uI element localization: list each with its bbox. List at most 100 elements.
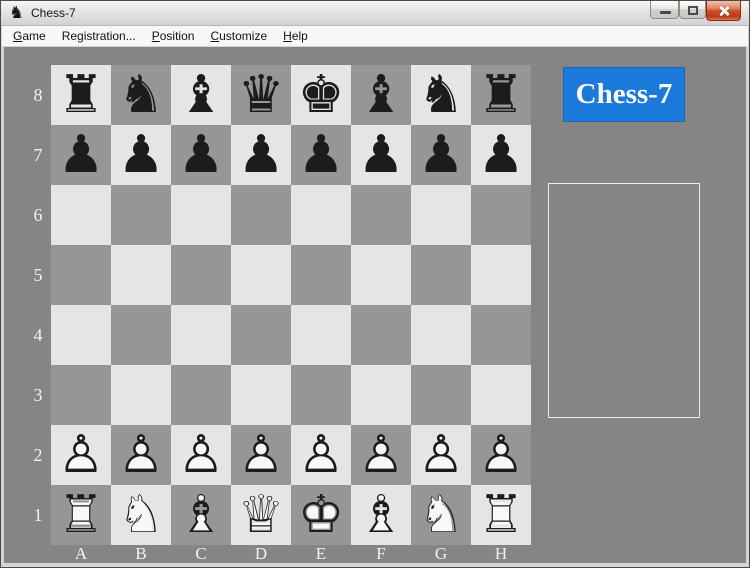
move-list-panel [548, 183, 700, 418]
file-label-c: C [195, 544, 207, 563]
square-g6[interactable] [411, 185, 471, 245]
square-d8[interactable]: ♛ [231, 65, 291, 125]
square-b7[interactable]: ♟ [111, 125, 171, 185]
rank-label-3: 3 [33, 385, 43, 405]
chess-board: ♜ ♞ ♝ ♛ ♚ ♝ ♞ ♜ ♟ ♟ ♟ ♟ ♟ ♟ ♟ ♟ ♟ ♙ ♟ ♙ ♟ ♙ ♟ ♙ ♟ ♙ ♟ ♙ ♟ ♙ ♟ ♙ ♜ ♖ ♞ ♘ ♝ ♗ ♛ ♕… [51, 65, 531, 545]
square-b3[interactable] [111, 365, 171, 425]
square-a7[interactable]: ♟ [51, 125, 111, 185]
square-e6[interactable] [291, 185, 351, 245]
square-e3[interactable] [291, 365, 351, 425]
square-a3[interactable] [51, 365, 111, 425]
square-b4[interactable] [111, 305, 171, 365]
square-f5[interactable] [351, 245, 411, 305]
piece-white-knight: ♘ [117, 485, 165, 545]
square-g1[interactable]: ♞ ♘ [411, 485, 471, 545]
piece-black-knight: ♞ [117, 65, 165, 125]
square-f2[interactable]: ♟ ♙ [351, 425, 411, 485]
square-h7[interactable]: ♟ [471, 125, 531, 185]
square-d3[interactable] [231, 365, 291, 425]
square-d1[interactable]: ♛ ♕ [231, 485, 291, 545]
piece-black-pawn: ♟ [117, 125, 165, 185]
square-e1[interactable]: ♚ ♔ [291, 485, 351, 545]
square-c4[interactable] [171, 305, 231, 365]
square-c7[interactable]: ♟ [171, 125, 231, 185]
maximize-button[interactable] [679, 1, 706, 19]
piece-white-rook: ♖ [57, 485, 105, 545]
file-label-a: A [74, 544, 88, 563]
square-h5[interactable] [471, 245, 531, 305]
square-g2[interactable]: ♟ ♙ [411, 425, 471, 485]
rank-label-1: 1 [33, 505, 43, 525]
square-f6[interactable] [351, 185, 411, 245]
square-h8[interactable]: ♜ [471, 65, 531, 125]
piece-white-pawn: ♙ [57, 425, 105, 485]
square-c5[interactable] [171, 245, 231, 305]
app-window: ♞ Chess-7 Game Registration... Position Cus… [0, 0, 750, 568]
square-e4[interactable] [291, 305, 351, 365]
square-e5[interactable] [291, 245, 351, 305]
menu-item-customize[interactable]: Customize [202, 26, 275, 46]
square-b6[interactable] [111, 185, 171, 245]
square-e2[interactable]: ♟ ♙ [291, 425, 351, 485]
rank-label-6: 6 [33, 205, 43, 225]
rank-labels: 8 7 6 5 4 3 2 1 [28, 65, 48, 545]
square-b8[interactable]: ♞ [111, 65, 171, 125]
square-e8[interactable]: ♚ [291, 65, 351, 125]
menu-item-registration[interactable]: Registration... [54, 26, 144, 46]
menu-item-game[interactable]: Game [5, 26, 54, 46]
square-g4[interactable] [411, 305, 471, 365]
piece-black-rook: ♜ [57, 65, 105, 125]
square-h3[interactable] [471, 365, 531, 425]
square-d5[interactable] [231, 245, 291, 305]
piece-black-pawn: ♟ [417, 125, 465, 185]
square-a5[interactable] [51, 245, 111, 305]
square-g3[interactable] [411, 365, 471, 425]
square-f4[interactable] [351, 305, 411, 365]
rank-label-2: 2 [33, 445, 43, 465]
piece-white-queen: ♕ [237, 485, 285, 545]
square-c2[interactable]: ♟ ♙ [171, 425, 231, 485]
piece-black-pawn: ♟ [357, 125, 405, 185]
menu-item-help[interactable]: Help [275, 26, 316, 46]
minimize-button[interactable] [650, 1, 679, 19]
close-button[interactable] [706, 1, 741, 21]
square-b1[interactable]: ♞ ♘ [111, 485, 171, 545]
client-area: 87654321 ♜ ♞ ♝ ♛ ♚ ♝ ♞ ♜ ♟ ♟ ♟ ♟ ♟ ♟ ♟ ♟ ♟ ♙ ♟ ♙ ♟ ♙ ♟ ♙ ♟ ♙ ♟ ♙ ♟ ♙ ♟… [4, 47, 746, 563]
file-label-g: G [434, 544, 448, 563]
square-d4[interactable] [231, 305, 291, 365]
square-d6[interactable] [231, 185, 291, 245]
square-d7[interactable]: ♟ [231, 125, 291, 185]
square-h1[interactable]: ♜ ♖ [471, 485, 531, 545]
square-c6[interactable] [171, 185, 231, 245]
square-h6[interactable] [471, 185, 531, 245]
square-e7[interactable]: ♟ [291, 125, 351, 185]
square-c8[interactable]: ♝ [171, 65, 231, 125]
square-f7[interactable]: ♟ [351, 125, 411, 185]
square-f1[interactable]: ♝ ♗ [351, 485, 411, 545]
square-f8[interactable]: ♝ [351, 65, 411, 125]
square-g5[interactable] [411, 245, 471, 305]
square-d2[interactable]: ♟ ♙ [231, 425, 291, 485]
piece-black-knight: ♞ [417, 65, 465, 125]
square-a1[interactable]: ♜ ♖ [51, 485, 111, 545]
square-b5[interactable] [111, 245, 171, 305]
square-h4[interactable] [471, 305, 531, 365]
square-a4[interactable] [51, 305, 111, 365]
square-f3[interactable] [351, 365, 411, 425]
square-c1[interactable]: ♝ ♗ [171, 485, 231, 545]
piece-black-pawn: ♟ [57, 125, 105, 185]
chess7-logo-badge: Chess-7 [563, 67, 685, 122]
square-a8[interactable]: ♜ [51, 65, 111, 125]
menu-item-position[interactable]: Position [144, 26, 203, 46]
piece-white-rook: ♖ [477, 485, 525, 545]
square-g8[interactable]: ♞ [411, 65, 471, 125]
square-b2[interactable]: ♟ ♙ [111, 425, 171, 485]
close-icon [718, 5, 730, 17]
piece-white-pawn: ♙ [177, 425, 225, 485]
square-a6[interactable] [51, 185, 111, 245]
square-c3[interactable] [171, 365, 231, 425]
square-g7[interactable]: ♟ [411, 125, 471, 185]
square-h2[interactable]: ♟ ♙ [471, 425, 531, 485]
square-a2[interactable]: ♟ ♙ [51, 425, 111, 485]
piece-black-king: ♚ [297, 65, 345, 125]
